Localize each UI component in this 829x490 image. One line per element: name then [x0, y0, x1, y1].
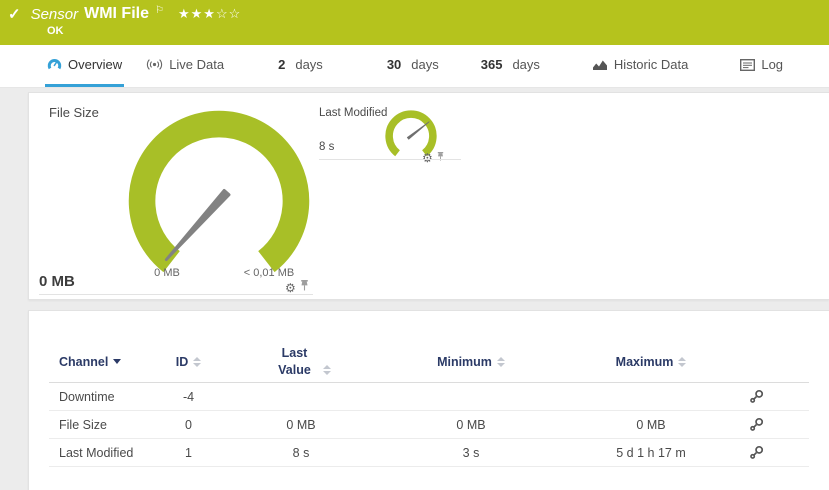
column-header-maximum[interactable]: Maximum [566, 355, 736, 369]
table-row-last-modified: Last Modified 1 8 s 3 s 5 d 1 h 17 m [49, 439, 809, 467]
primary-gauge-title: File Size [49, 105, 99, 120]
mini-widget-divider [319, 159, 461, 160]
tab-30-days[interactable]: 30 days [385, 45, 441, 87]
tab-2-days[interactable]: 2 days [276, 45, 325, 87]
column-header-minimum[interactable]: Minimum [376, 355, 566, 369]
table-row-file-size: File Size 0 0 MB 0 MB 0 MB [49, 411, 809, 439]
channel-id: 0 [151, 418, 226, 432]
column-header-last-value[interactable]: Last Value [226, 345, 376, 379]
tab-30-days-number: 30 [387, 57, 401, 72]
sort-toggle-icon [678, 357, 686, 367]
maximum-header-label: Maximum [616, 355, 674, 369]
log-icon [740, 59, 755, 71]
tab-bar: Overview Live Data 2 days 30 days 365 da… [0, 45, 829, 88]
sensor-type-label: Sensor [31, 6, 79, 23]
priority-stars[interactable]: ★★★☆☆ [178, 6, 241, 22]
channel-name: Last Modified [49, 446, 151, 460]
tab-365-days-label: days [512, 57, 539, 72]
sort-toggle-icon [497, 357, 505, 367]
primary-channel-value: 0 MB [39, 273, 75, 290]
live-data-icon [146, 58, 163, 71]
channel-settings-wrench-icon[interactable] [736, 445, 776, 460]
status-check-icon: ✓ [8, 7, 21, 22]
gauges-panel: File Size 0 MB < 0,01 MB 0 MB ⚙ Last Mod… [28, 92, 829, 300]
stars-empty[interactable]: ☆☆ [216, 6, 241, 21]
column-header-id[interactable]: ID [151, 355, 226, 369]
mini-gauge-actions: ⚙ [422, 149, 445, 167]
mini-gauge-pin-icon[interactable] [436, 149, 445, 167]
tab-live-data[interactable]: Live Data [144, 45, 226, 87]
gauge-settings-gear-icon[interactable]: ⚙ [285, 282, 296, 294]
tab-live-data-label: Live Data [169, 57, 224, 72]
tab-log-label: Log [761, 57, 783, 72]
id-header-label: ID [176, 355, 189, 369]
mini-gauge-value: 8 s [319, 141, 334, 153]
channel-maximum: 0 MB [566, 418, 736, 432]
channel-minimum: 3 s [376, 446, 566, 460]
tab-historic-data-label: Historic Data [614, 57, 688, 72]
sort-toggle-icon [323, 365, 331, 375]
channel-id: 1 [151, 446, 226, 460]
column-header-channel[interactable]: Channel [49, 355, 151, 369]
tab-historic-data[interactable]: Historic Data [590, 45, 690, 87]
gauge-min-label: 0 MB [139, 267, 195, 279]
tab-30-days-label: days [411, 57, 438, 72]
tab-2-days-number: 2 [278, 57, 285, 72]
mini-gauge-settings-gear-icon[interactable]: ⚙ [422, 152, 433, 164]
channel-minimum: 0 MB [376, 418, 566, 432]
tab-365-days-number: 365 [481, 57, 503, 72]
last-value-header-label: Last Value [272, 345, 318, 379]
sort-desc-icon [113, 359, 121, 364]
area-chart-icon [592, 58, 608, 71]
channel-settings-wrench-icon[interactable] [736, 389, 776, 404]
sensor-status-bar: ✓ Sensor WMI File ⚐ ★★★☆☆ OK [0, 0, 829, 45]
mini-gauge-title: Last Modified [319, 107, 387, 119]
channel-name: Downtime [49, 390, 151, 404]
channel-id: -4 [151, 390, 226, 404]
channel-last-value: 8 s [226, 446, 376, 460]
table-row-downtime: Downtime -4 [49, 383, 809, 411]
sensor-title: WMI File [84, 5, 149, 23]
channel-maximum: 5 d 1 h 17 m [566, 446, 736, 460]
priority-flag-icon[interactable]: ⚐ [155, 5, 164, 16]
table-header-row: Channel ID Last Value Minimum Maximum [49, 341, 809, 383]
minimum-header-label: Minimum [437, 355, 492, 369]
stars-filled[interactable]: ★★★ [178, 6, 216, 21]
tab-overview[interactable]: Overview [45, 45, 124, 87]
channel-settings-wrench-icon[interactable] [736, 417, 776, 432]
channels-panel: Channel ID Last Value Minimum Maximum [28, 310, 829, 490]
primary-widget-divider [39, 294, 313, 295]
gauge-icon [47, 57, 62, 72]
channels-table: Channel ID Last Value Minimum Maximum [49, 341, 809, 467]
gauge-max-label: < 0,01 MB [229, 267, 309, 279]
channel-header-label: Channel [59, 355, 108, 369]
tab-log[interactable]: Log [738, 45, 785, 87]
tab-overview-label: Overview [68, 57, 122, 72]
channel-name: File Size [49, 418, 151, 432]
tab-365-days[interactable]: 365 days [479, 45, 542, 87]
tab-2-days-label: days [295, 57, 322, 72]
sensor-status-text: OK [47, 25, 64, 37]
sort-toggle-icon [193, 357, 201, 367]
channel-last-value: 0 MB [226, 418, 376, 432]
